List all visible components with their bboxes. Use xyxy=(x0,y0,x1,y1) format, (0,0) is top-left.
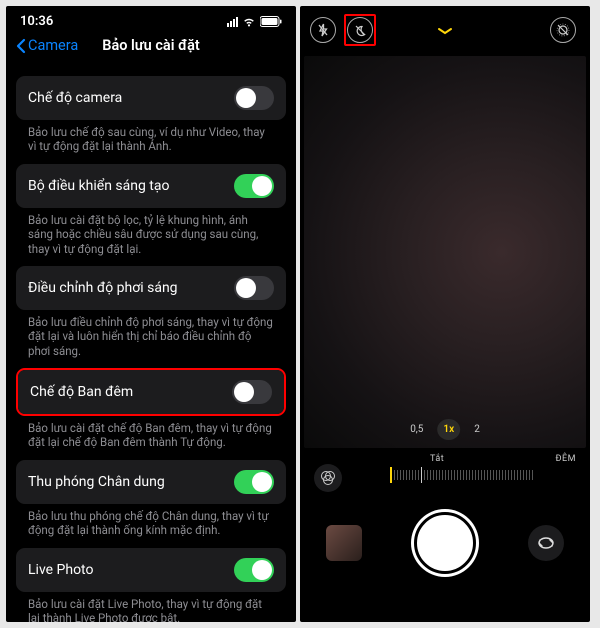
wifi-icon xyxy=(242,17,256,27)
live-photo-off-icon xyxy=(556,23,570,37)
camera-controls-expand[interactable] xyxy=(436,21,454,40)
status-time: 10:36 xyxy=(20,14,53,29)
zoom-option-1x[interactable]: 1x xyxy=(437,419,460,440)
night-mode-slider[interactable]: Tắt ĐÊM xyxy=(390,454,576,484)
filters-icon xyxy=(319,469,337,487)
settings-list: Chế độ camera Bảo lưu chế độ sau cùng, ví… xyxy=(6,76,296,622)
last-photo-thumbnail[interactable] xyxy=(326,525,362,561)
setting-toggle[interactable] xyxy=(232,380,272,404)
setting-label: Thu phóng Chân dung xyxy=(28,474,165,490)
flash-button[interactable] xyxy=(310,17,336,43)
setting-description: Bảo lưu chế độ sau cùng, ví dụ như Video… xyxy=(16,120,286,154)
slider-label-off: Tắt xyxy=(430,454,444,464)
battery-icon xyxy=(260,16,282,27)
setting-toggle[interactable] xyxy=(234,174,274,198)
shutter-row xyxy=(300,502,590,574)
back-label: Camera xyxy=(28,37,78,54)
setting-row-4[interactable]: Thu phóng Chân dung xyxy=(16,460,286,504)
chevron-down-icon xyxy=(436,26,454,36)
night-mode-highlight xyxy=(344,14,376,46)
filters-button[interactable] xyxy=(314,464,342,492)
camera-viewfinder[interactable]: 0,5 1x 2 xyxy=(304,56,586,448)
settings-screen: 10:36 Camera Bảo lưu cài đặt Chế độ came… xyxy=(6,6,296,622)
setting-row-2[interactable]: Điều chỉnh độ phơi sáng xyxy=(16,266,286,310)
night-mode-off-icon xyxy=(354,24,367,37)
flip-camera-icon xyxy=(536,535,556,551)
live-photo-button[interactable] xyxy=(550,17,576,43)
setting-label: Chế độ camera xyxy=(28,90,122,106)
back-button[interactable]: Camera xyxy=(16,37,78,54)
camera-controls-row: Tắt ĐÊM xyxy=(300,448,590,502)
setting-label: Bộ điều khiển sáng tạo xyxy=(28,178,170,194)
setting-label: Live Photo xyxy=(28,562,94,578)
page-title: Bảo lưu cài đặt xyxy=(102,37,200,54)
setting-label: Chế độ Ban đêm xyxy=(30,384,133,400)
setting-label: Điều chỉnh độ phơi sáng xyxy=(28,280,178,296)
cellular-icon xyxy=(227,17,238,27)
setting-row-5[interactable]: Live Photo xyxy=(16,548,286,592)
flash-off-icon xyxy=(317,23,329,37)
chevron-left-icon xyxy=(16,38,26,54)
nav-header: Camera Bảo lưu cài đặt xyxy=(6,31,296,66)
slider-label-night: ĐÊM xyxy=(555,454,576,464)
zoom-option-wide[interactable]: 0,5 xyxy=(410,424,423,435)
setting-description: Bảo lưu cài đặt Live Photo, thay vì tự đ… xyxy=(16,592,286,623)
setting-toggle[interactable] xyxy=(234,276,274,300)
setting-highlight: Chế độ Ban đêm xyxy=(16,368,286,416)
setting-description: Bảo lưu thu phóng chế độ Chân dung, thay… xyxy=(16,504,286,538)
setting-toggle[interactable] xyxy=(234,558,274,582)
camera-top-bar xyxy=(300,6,590,50)
zoom-option-tele[interactable]: 2 xyxy=(474,424,480,435)
flip-camera-button[interactable] xyxy=(528,525,564,561)
zoom-selector[interactable]: 0,5 1x 2 xyxy=(410,419,480,440)
night-mode-button[interactable] xyxy=(347,17,373,43)
shutter-button[interactable] xyxy=(414,512,476,574)
setting-toggle[interactable] xyxy=(234,86,274,110)
setting-row-0[interactable]: Chế độ camera xyxy=(16,76,286,120)
setting-description: Bảo lưu cài đặt chế độ Ban đêm, thay vì … xyxy=(16,416,286,450)
setting-row-3[interactable]: Chế độ Ban đêm xyxy=(18,370,284,414)
camera-screen: 0,5 1x 2 Tắt ĐÊM xyxy=(300,6,590,622)
setting-row-1[interactable]: Bộ điều khiển sáng tạo xyxy=(16,164,286,208)
setting-description: Bảo lưu điều chỉnh độ phơi sáng, thay vì… xyxy=(16,310,286,358)
slider-ticks[interactable] xyxy=(390,466,576,484)
status-icons xyxy=(227,16,282,27)
status-bar: 10:36 xyxy=(6,6,296,31)
setting-description: Bảo lưu cài đặt bộ lọc, tỷ lệ khung hình… xyxy=(16,208,286,256)
setting-toggle[interactable] xyxy=(234,470,274,494)
